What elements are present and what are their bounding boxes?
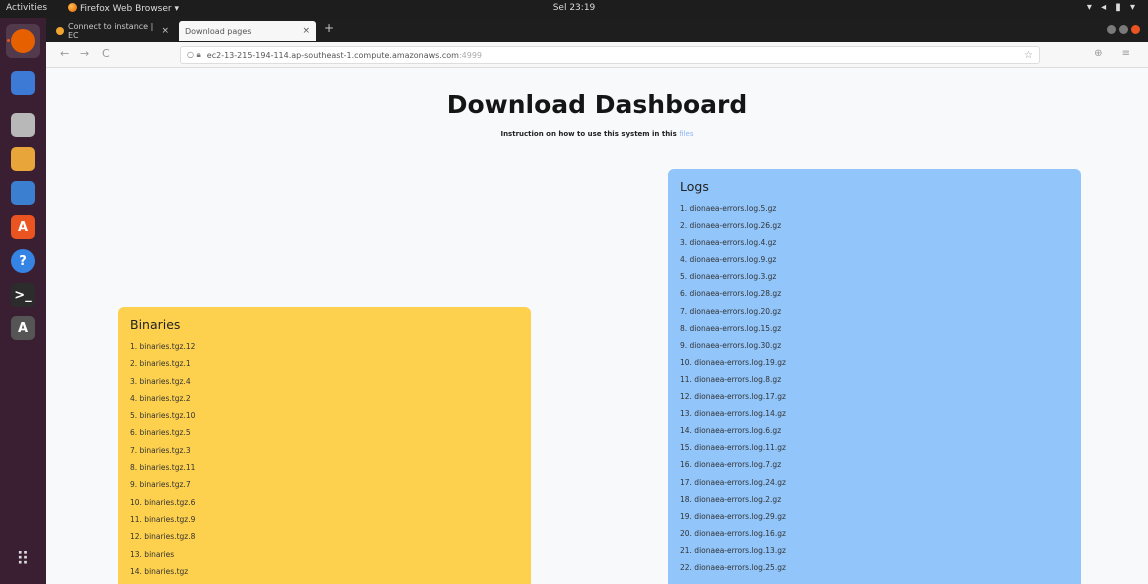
back-icon[interactable]: ← — [60, 47, 69, 60]
thunderbird-icon — [11, 71, 35, 95]
binaries-file-link[interactable]: 1. binaries.tgz.12 — [130, 338, 519, 355]
navigation-bar: ← → C ○ 🔒︎ ec2-13-215-194-114.ap-southea… — [46, 42, 1148, 68]
dock-item-help[interactable]: ? — [6, 244, 40, 278]
bookmark-star-icon[interactable]: ☆ — [1024, 50, 1033, 61]
files-icon — [11, 113, 35, 137]
dock-item-thunderbird[interactable] — [6, 66, 40, 100]
libreoffice-writer-icon — [11, 181, 35, 205]
binaries-file-link[interactable]: 4. binaries.tgz.2 — [130, 390, 519, 407]
binaries-file-link[interactable]: 8. binaries.tgz.11 — [130, 459, 519, 476]
dock-item-libreoffice-writer[interactable] — [6, 176, 40, 210]
logs-file-link[interactable]: 4. dionaea-errors.log.9.gz — [680, 251, 1069, 268]
dock: A? >_ A ⠿ — [0, 18, 46, 584]
tab-connect-to-instance[interactable]: Connect to instance | EC × — [50, 21, 175, 41]
subtitle-text: Instruction on how to use this system in… — [500, 130, 677, 138]
logs-file-link[interactable]: 11. dionaea-errors.log.8.gz — [680, 371, 1069, 388]
logs-panel: Logs 1. dionaea-errors.log.5.gz 2. dionae… — [668, 169, 1081, 584]
binaries-list: 1. binaries.tgz.12 2. binaries.tgz.1 3. bi… — [130, 338, 519, 580]
running-indicator — [7, 39, 10, 42]
binaries-file-link[interactable]: 6. binaries.tgz.5 — [130, 424, 519, 441]
maximize-icon[interactable] — [1119, 25, 1128, 34]
dock-item-software-center[interactable]: A — [6, 210, 40, 244]
minimize-icon[interactable] — [1107, 25, 1116, 34]
url-text: ec2-13-215-194-114.ap-southeast-1.comput… — [206, 50, 459, 60]
logs-file-link[interactable]: 21. dionaea-errors.log.13.gz — [680, 542, 1069, 559]
logs-file-link[interactable]: 1. dionaea-errors.log.5.gz — [680, 200, 1069, 217]
binaries-file-link[interactable]: 7. binaries.tgz.3 — [130, 442, 519, 459]
page-title: Download Dashboard — [446, 90, 748, 119]
logs-file-link[interactable]: 18. dionaea-errors.log.2.gz — [680, 491, 1069, 508]
logs-file-link[interactable]: 6. dionaea-errors.log.28.gz — [680, 285, 1069, 302]
url-bar[interactable]: ○ 🔒︎ ec2-13-215-194-114.ap-southeast-1.c… — [180, 46, 1040, 64]
system-menu[interactable]: ▾ ◂ ▮ ▾ — [1087, 2, 1138, 13]
logs-file-link[interactable]: 7. dionaea-errors.log.20.gz — [680, 303, 1069, 320]
dock-item-files[interactable] — [6, 108, 40, 142]
help-icon: ? — [11, 249, 35, 273]
binaries-file-link[interactable]: 9. binaries.tgz.7 — [130, 476, 519, 493]
dock-item-firefox[interactable] — [6, 24, 40, 58]
tab-label: Download pages — [185, 26, 252, 36]
logs-file-link[interactable]: 12. dionaea-errors.log.17.gz — [680, 388, 1069, 405]
gnome-top-bar: Activities Firefox Web Browser ▾ Sel 23:… — [0, 0, 1148, 18]
close-tab-icon[interactable]: × — [161, 26, 169, 36]
logs-file-link[interactable]: 20. dionaea-errors.log.16.gz — [680, 525, 1069, 542]
binaries-file-link[interactable]: 5. binaries.tgz.10 — [130, 407, 519, 424]
aws-favicon-icon — [56, 27, 64, 35]
dock-item-rhythmbox[interactable] — [6, 142, 40, 176]
logs-file-link[interactable]: 8. dionaea-errors.log.15.gz — [680, 320, 1069, 337]
logs-file-link[interactable]: 10. dionaea-errors.log.19.gz — [680, 354, 1069, 371]
logs-list: 1. dionaea-errors.log.5.gz 2. dionaea-err… — [680, 200, 1069, 576]
rhythmbox-icon — [11, 147, 35, 171]
logs-file-link[interactable]: 2. dionaea-errors.log.26.gz — [680, 217, 1069, 234]
logs-file-link[interactable]: 3. dionaea-errors.log.4.gz — [680, 234, 1069, 251]
binaries-file-link[interactable]: 2. binaries.tgz.1 — [130, 355, 519, 372]
tab-label: Connect to instance | EC — [68, 22, 154, 40]
forward-icon[interactable]: → — [80, 47, 89, 60]
binaries-heading: Binaries — [130, 317, 181, 332]
toolbar-menu-icons[interactable]: ⊕ ≡ — [1094, 48, 1138, 59]
close-window-icon[interactable] — [1131, 25, 1140, 34]
tab-download-pages[interactable]: Download pages × — [179, 21, 316, 41]
tab-bar: Connect to instance | EC × Download page… — [46, 18, 1148, 42]
logs-file-link[interactable]: 9. dionaea-errors.log.30.gz — [680, 337, 1069, 354]
url-port: :4999 — [458, 50, 483, 60]
logs-file-link[interactable]: 15. dionaea-errors.log.11.gz — [680, 439, 1069, 456]
binaries-file-link[interactable]: 3. binaries.tgz.4 — [130, 373, 519, 390]
software-updater-icon: A — [11, 316, 35, 340]
reload-icon[interactable]: C — [102, 47, 110, 60]
page-content: Download Dashboard Instruction on how to… — [46, 68, 1148, 584]
terminal-icon: >_ — [11, 283, 35, 307]
logs-file-link[interactable]: 19. dionaea-errors.log.29.gz — [680, 508, 1069, 525]
instructions-link[interactable]: files — [679, 130, 693, 138]
logs-file-link[interactable]: 17. dionaea-errors.log.24.gz — [680, 474, 1069, 491]
page-subtitle: Instruction on how to use this system in… — [46, 130, 1148, 138]
binaries-file-link[interactable]: 12. binaries.tgz.8 — [130, 528, 519, 545]
dock-item-software-updater[interactable]: A — [6, 311, 40, 345]
binaries-file-link[interactable]: 11. binaries.tgz.9 — [130, 511, 519, 528]
logs-file-link[interactable]: 5. dionaea-errors.log.3.gz — [680, 268, 1069, 285]
logs-file-link[interactable]: 13. dionaea-errors.log.14.gz — [680, 405, 1069, 422]
logs-file-link[interactable]: 22. dionaea-errors.log.25.gz — [680, 559, 1069, 576]
close-tab-icon[interactable]: × — [302, 26, 310, 36]
new-tab-button[interactable]: + — [324, 21, 334, 35]
binaries-file-link[interactable]: 14. binaries.tgz — [130, 563, 519, 580]
clock[interactable]: Sel 23:19 — [0, 3, 1148, 13]
lock-icon[interactable]: ○ 🔒︎ — [187, 50, 201, 60]
binaries-file-link[interactable]: 10. binaries.tgz.6 — [130, 494, 519, 511]
dock-item-terminal[interactable]: >_ — [6, 278, 40, 312]
binaries-file-link[interactable]: 13. binaries — [130, 546, 519, 563]
show-applications-icon[interactable]: ⠿ — [6, 542, 40, 576]
window-controls — [1107, 25, 1140, 34]
software-center-icon: A — [11, 215, 35, 239]
logs-file-link[interactable]: 16. dionaea-errors.log.7.gz — [680, 456, 1069, 473]
firefox-icon — [11, 29, 35, 53]
logs-heading: Logs — [680, 179, 709, 194]
binaries-panel: Binaries 1. binaries.tgz.12 2. binaries.t… — [118, 307, 531, 584]
logs-file-link[interactable]: 14. dionaea-errors.log.6.gz — [680, 422, 1069, 439]
